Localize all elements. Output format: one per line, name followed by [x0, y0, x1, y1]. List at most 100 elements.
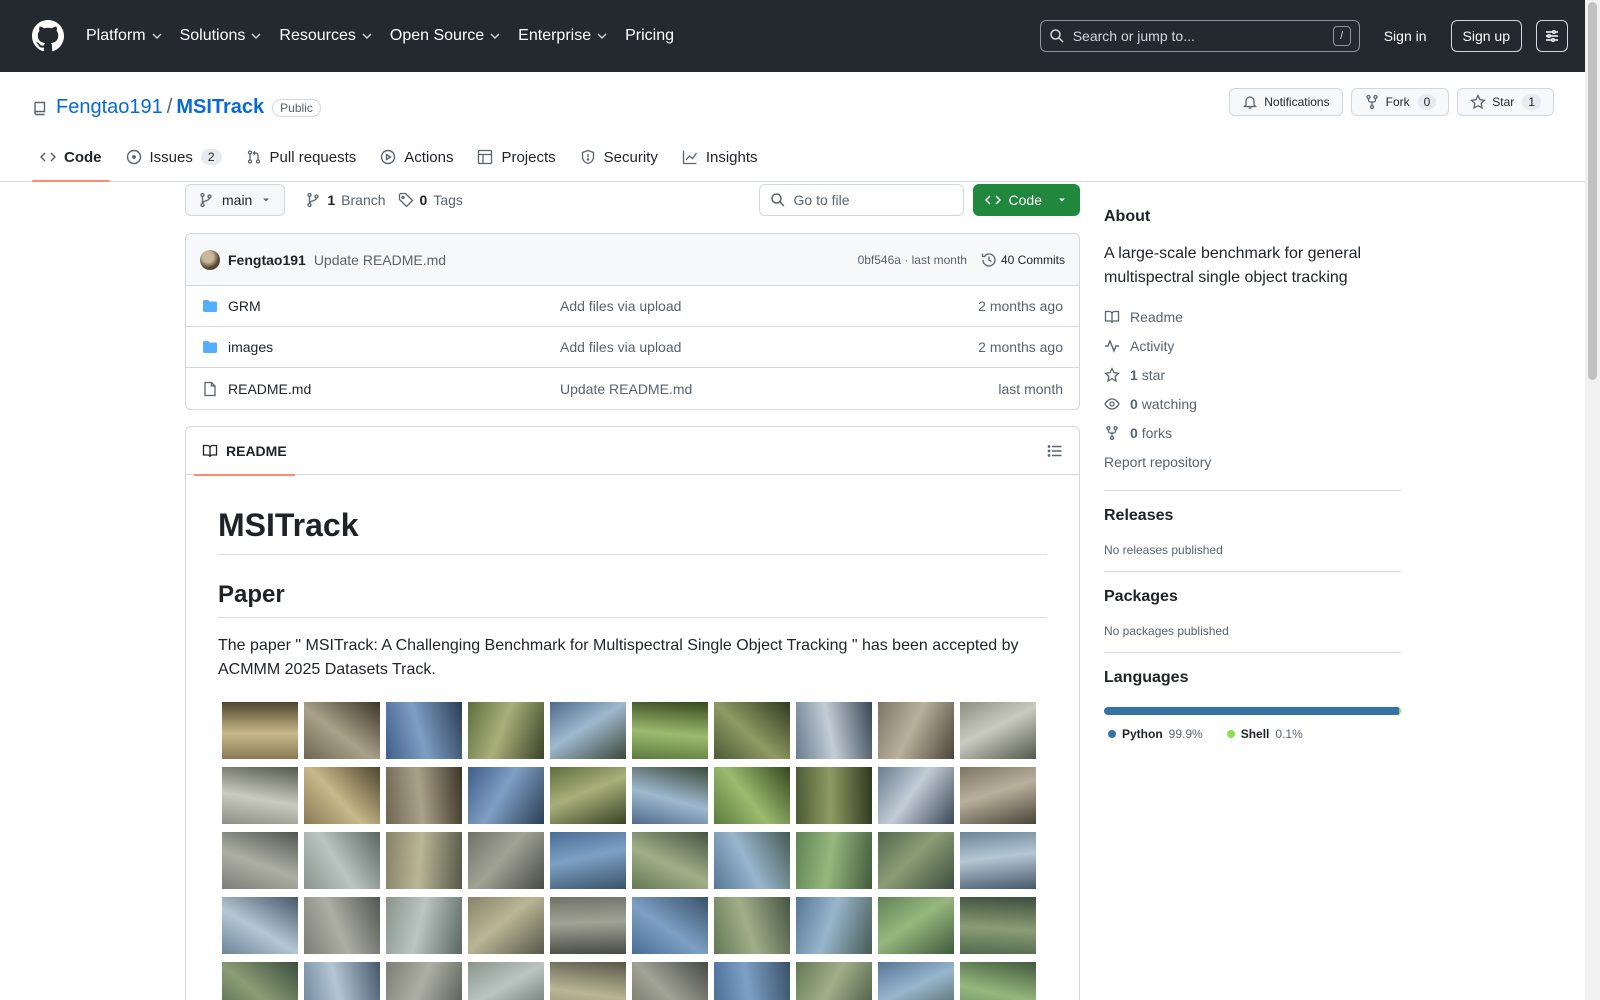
nav-platform[interactable]: Platform [86, 27, 163, 45]
commits-history-link[interactable]: 40 Commits [981, 252, 1065, 268]
dataset-thumbnail [468, 897, 544, 954]
global-search-input[interactable]: Search or jump to... / [1039, 20, 1360, 52]
star-icon [1104, 366, 1120, 382]
go-to-file-input[interactable]: Go to file [758, 184, 964, 216]
nav-enterprise[interactable]: Enterprise [518, 27, 608, 45]
file-row[interactable]: images Add files via upload 2 months ago [186, 327, 1079, 368]
stars-count: 1 [1130, 366, 1138, 383]
tab-actions[interactable]: Actions [372, 133, 461, 181]
stars-label: star [1141, 366, 1166, 383]
tab-label: Security [603, 148, 658, 166]
github-logo-icon[interactable] [32, 20, 64, 52]
tag-icon [398, 192, 413, 208]
divider [1104, 652, 1401, 653]
branch-icon [307, 192, 320, 208]
repo-owner-link[interactable]: Fengtao191 [56, 96, 163, 119]
tag-count: 0 [419, 192, 428, 208]
nav-open-source[interactable]: Open Source [390, 27, 501, 45]
tab-label: Code [64, 148, 102, 166]
file-name[interactable]: images [228, 339, 560, 355]
tab-insights[interactable]: Insights [674, 133, 766, 181]
file-commit-message[interactable]: Add files via upload [560, 339, 681, 355]
caret-down-icon [263, 198, 270, 202]
global-header: Platform Solutions Resources Open Source… [0, 0, 1600, 72]
language-list: Python 99.9% Shell 0.1% [1104, 727, 1401, 741]
dataset-thumbnail [468, 767, 544, 824]
tab-security[interactable]: Security [572, 133, 666, 181]
code-icon [984, 195, 1001, 205]
dataset-thumbnail [878, 767, 954, 824]
file-row[interactable]: GRM Add files via upload 2 months ago [186, 286, 1079, 327]
dataset-thumbnail [304, 962, 380, 1000]
file-commit-message[interactable]: Add files via upload [560, 298, 681, 314]
scrollbar-thumb[interactable] [1588, 2, 1597, 380]
sign-up-button[interactable]: Sign up [1450, 20, 1522, 52]
nav-solutions[interactable]: Solutions [180, 27, 263, 45]
star-label: Star [1492, 95, 1515, 109]
notifications-button[interactable]: Notifications [1229, 88, 1343, 116]
star-button[interactable]: Star 1 [1457, 88, 1554, 116]
commit-hash-time[interactable]: 0bf546a · last month [858, 253, 967, 267]
dataset-thumbnail [796, 702, 872, 759]
file-row[interactable]: README.md Update README.md last month [186, 368, 1079, 409]
dataset-thumbnail [714, 832, 790, 889]
folder-icon [203, 300, 217, 312]
forks-link[interactable]: 0 forks [1104, 418, 1401, 447]
watchers-link[interactable]: 0 watching [1104, 389, 1401, 418]
readme-tab[interactable]: README [194, 427, 295, 476]
page-scrollbar[interactable] [1585, 0, 1600, 1000]
branches-link[interactable]: 1 Branch [305, 192, 386, 208]
divider [1104, 490, 1401, 491]
language-name: Shell [1240, 727, 1270, 741]
tab-issues[interactable]: Issues 2 [118, 133, 230, 181]
report-repository-link[interactable]: Report repository [1104, 447, 1401, 476]
issue-icon [126, 149, 141, 165]
dataset-thumbnail [550, 832, 626, 889]
avatar[interactable] [200, 249, 220, 270]
repo-separator: / [166, 96, 173, 118]
language-bar-segment [1399, 707, 1401, 715]
language-shell[interactable]: Shell 0.1% [1226, 727, 1303, 741]
dataset-thumbnail [632, 962, 708, 1000]
stars-link[interactable]: 1 star [1104, 360, 1401, 389]
readme-tab-label: README [226, 442, 287, 459]
readme-link[interactable]: Readme [1104, 302, 1401, 331]
global-nav: Platform Solutions Resources Open Source… [86, 27, 691, 45]
commit-message[interactable]: Update README.md [314, 252, 446, 268]
dataset-thumbnail [386, 832, 462, 889]
tab-projects[interactable]: Projects [469, 133, 563, 181]
forks-label: forks [1141, 424, 1173, 441]
nav-resources[interactable]: Resources [279, 27, 372, 45]
dataset-thumbnail [714, 702, 790, 759]
dataset-thumbnail [304, 832, 380, 889]
code-icon [40, 152, 56, 162]
branch-name: main [222, 192, 253, 208]
about-title: About [1104, 208, 1151, 225]
file-name[interactable]: README.md [228, 381, 560, 397]
dataset-thumbnail [632, 897, 708, 954]
main-content: main 1 Branch 0 Tags Go to file Code Fen… [185, 183, 1080, 1000]
packages-title[interactable]: Packages [1104, 588, 1401, 606]
branch-selector[interactable]: main [185, 184, 286, 216]
tab-code[interactable]: Code [32, 133, 110, 182]
dataset-thumbnail [714, 767, 790, 824]
nav-pricing[interactable]: Pricing [625, 27, 674, 45]
activity-link[interactable]: Activity [1104, 331, 1401, 360]
menu-button[interactable] [1536, 20, 1568, 52]
code-dropdown-button[interactable]: Code [972, 184, 1080, 216]
caret-down-icon [1059, 198, 1065, 202]
commit-author[interactable]: Fengtao191 [228, 252, 306, 268]
releases-title[interactable]: Releases [1104, 507, 1401, 525]
repo-header: Fengtao191 / MSITrack Public Notificatio… [0, 72, 1600, 182]
fork-button[interactable]: Fork 0 [1350, 88, 1450, 116]
tab-label: Actions [404, 148, 454, 166]
repo-name-link[interactable]: MSITrack [176, 96, 264, 119]
list-icon[interactable] [1047, 443, 1063, 459]
language-python[interactable]: Python 99.9% [1108, 727, 1203, 741]
file-name[interactable]: GRM [228, 298, 560, 314]
file-commit-message[interactable]: Update README.md [560, 381, 692, 397]
tags-link[interactable]: 0 Tags [398, 192, 463, 208]
sign-in-link[interactable]: Sign in [1384, 28, 1427, 44]
dataset-thumbnail [222, 702, 298, 759]
tab-pull-requests[interactable]: Pull requests [238, 133, 365, 181]
